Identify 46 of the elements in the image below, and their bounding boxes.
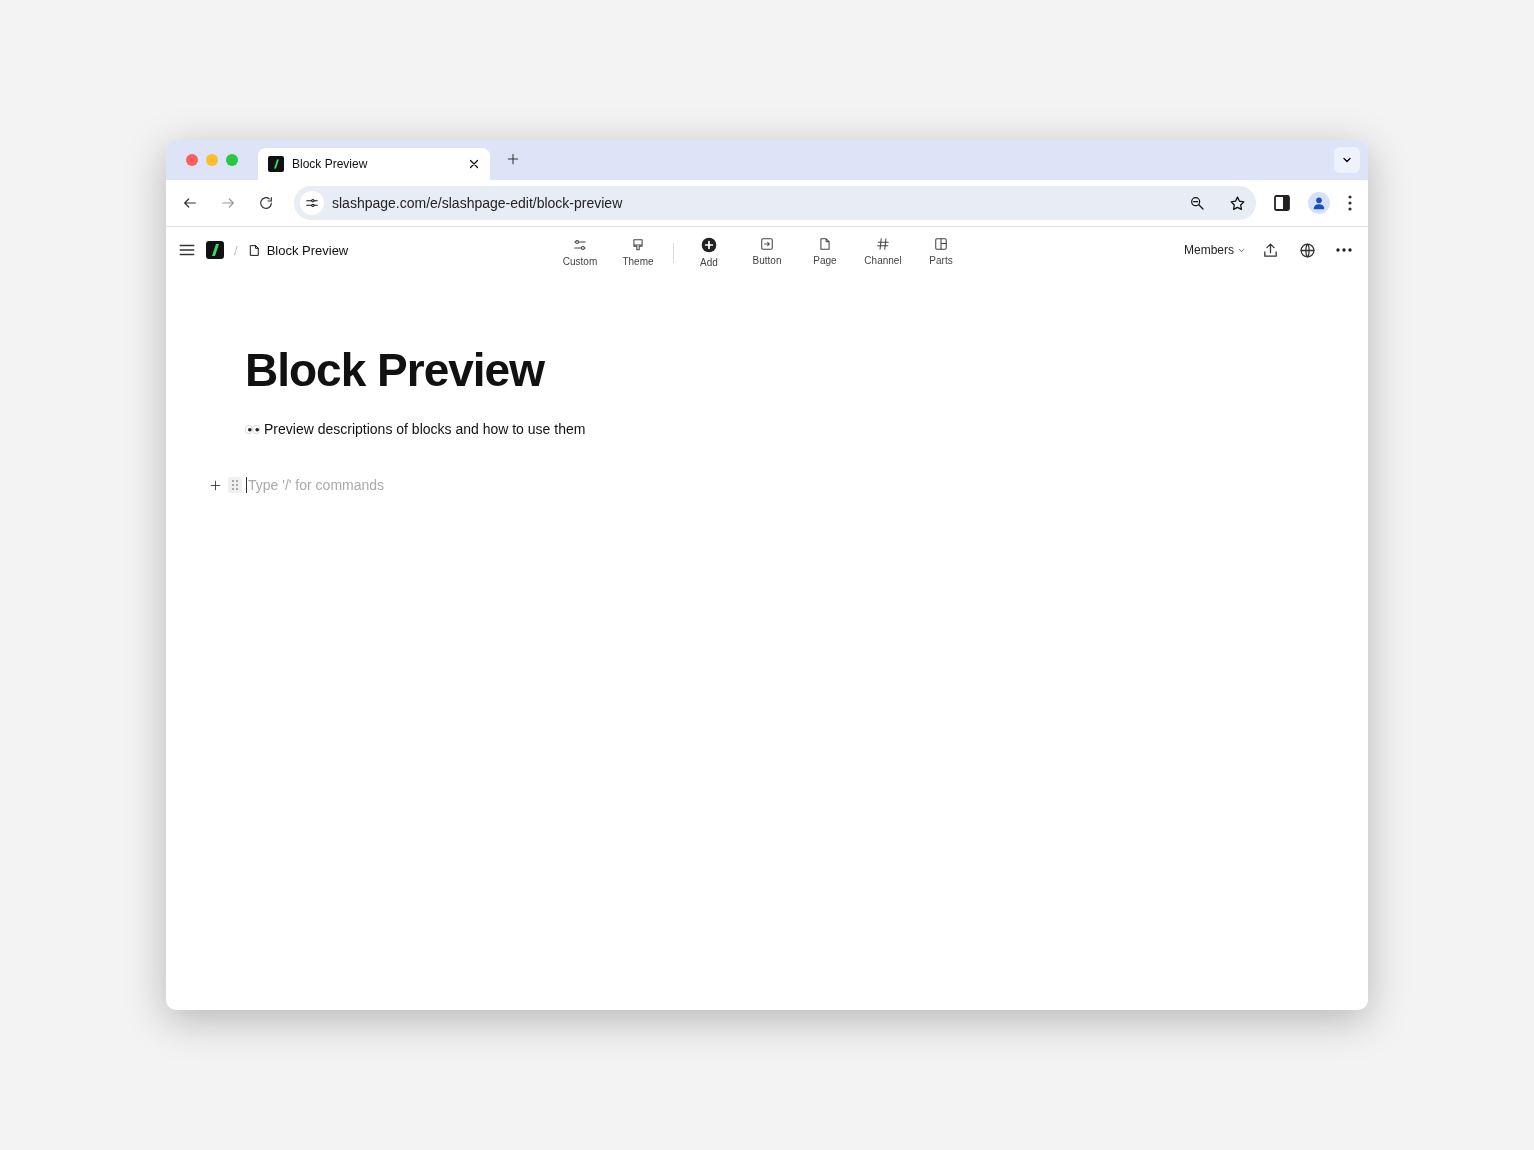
hash-icon bbox=[876, 237, 890, 251]
arrow-left-icon bbox=[182, 195, 198, 211]
members-dropdown[interactable]: Members bbox=[1184, 243, 1246, 257]
block-input[interactable]: Type '/' for commands bbox=[246, 477, 548, 493]
page-icon bbox=[247, 243, 261, 257]
site-logo-icon bbox=[268, 156, 284, 172]
slash-icon bbox=[210, 244, 220, 256]
more-icon bbox=[1336, 248, 1352, 252]
arrow-box-icon bbox=[760, 237, 774, 251]
page-description: Preview descriptions of blocks and how to use them bbox=[264, 421, 586, 437]
eyes-icon bbox=[245, 424, 260, 434]
toolbar-button[interactable]: Custom bbox=[555, 236, 605, 269]
plus-icon bbox=[506, 151, 520, 166]
star-icon bbox=[1229, 194, 1246, 212]
address-bar[interactable]: slashpage.com/e/slashpage-edit/block-preview bbox=[294, 186, 1256, 220]
upload-icon bbox=[1262, 241, 1279, 259]
toolbar-button[interactable]: Theme bbox=[613, 236, 663, 269]
url-text: slashpage.com/e/slashpage-edit/block-preview bbox=[332, 195, 624, 211]
toolbar-button[interactable]: Page bbox=[800, 235, 850, 270]
layout-icon bbox=[934, 237, 948, 251]
breadcrumb-separator: / bbox=[234, 242, 238, 258]
close-icon bbox=[468, 158, 480, 170]
toolbar-button[interactable]: Button bbox=[742, 235, 792, 270]
toolbar-button[interactable]: Add bbox=[684, 235, 734, 270]
toolbar-button[interactable]: Channel bbox=[858, 235, 908, 270]
browser-tab[interactable]: Block Preview bbox=[258, 148, 490, 180]
reload-icon bbox=[258, 195, 274, 211]
brush-icon bbox=[631, 238, 645, 252]
plus-icon bbox=[209, 478, 222, 492]
profile-avatar[interactable] bbox=[1308, 192, 1330, 214]
page-title: Block Preview bbox=[245, 343, 546, 397]
plus-circle-icon bbox=[701, 237, 717, 253]
grip-icon bbox=[232, 480, 238, 490]
site-settings-icon bbox=[305, 196, 319, 210]
person-icon bbox=[1312, 196, 1326, 210]
side-panel-icon bbox=[1274, 195, 1290, 211]
sliders-icon bbox=[573, 238, 587, 252]
breadcrumb-link[interactable]: Block Preview bbox=[247, 242, 349, 258]
drag-handle[interactable] bbox=[228, 477, 242, 493]
app-logo[interactable] bbox=[206, 241, 224, 259]
kebab-icon bbox=[1348, 195, 1352, 211]
toolbar-button[interactable]: Parts bbox=[916, 235, 966, 270]
zoom-icon bbox=[1189, 195, 1205, 211]
globe-icon bbox=[1299, 241, 1316, 259]
arrow-right-icon bbox=[220, 195, 236, 211]
page-icon bbox=[818, 237, 832, 251]
